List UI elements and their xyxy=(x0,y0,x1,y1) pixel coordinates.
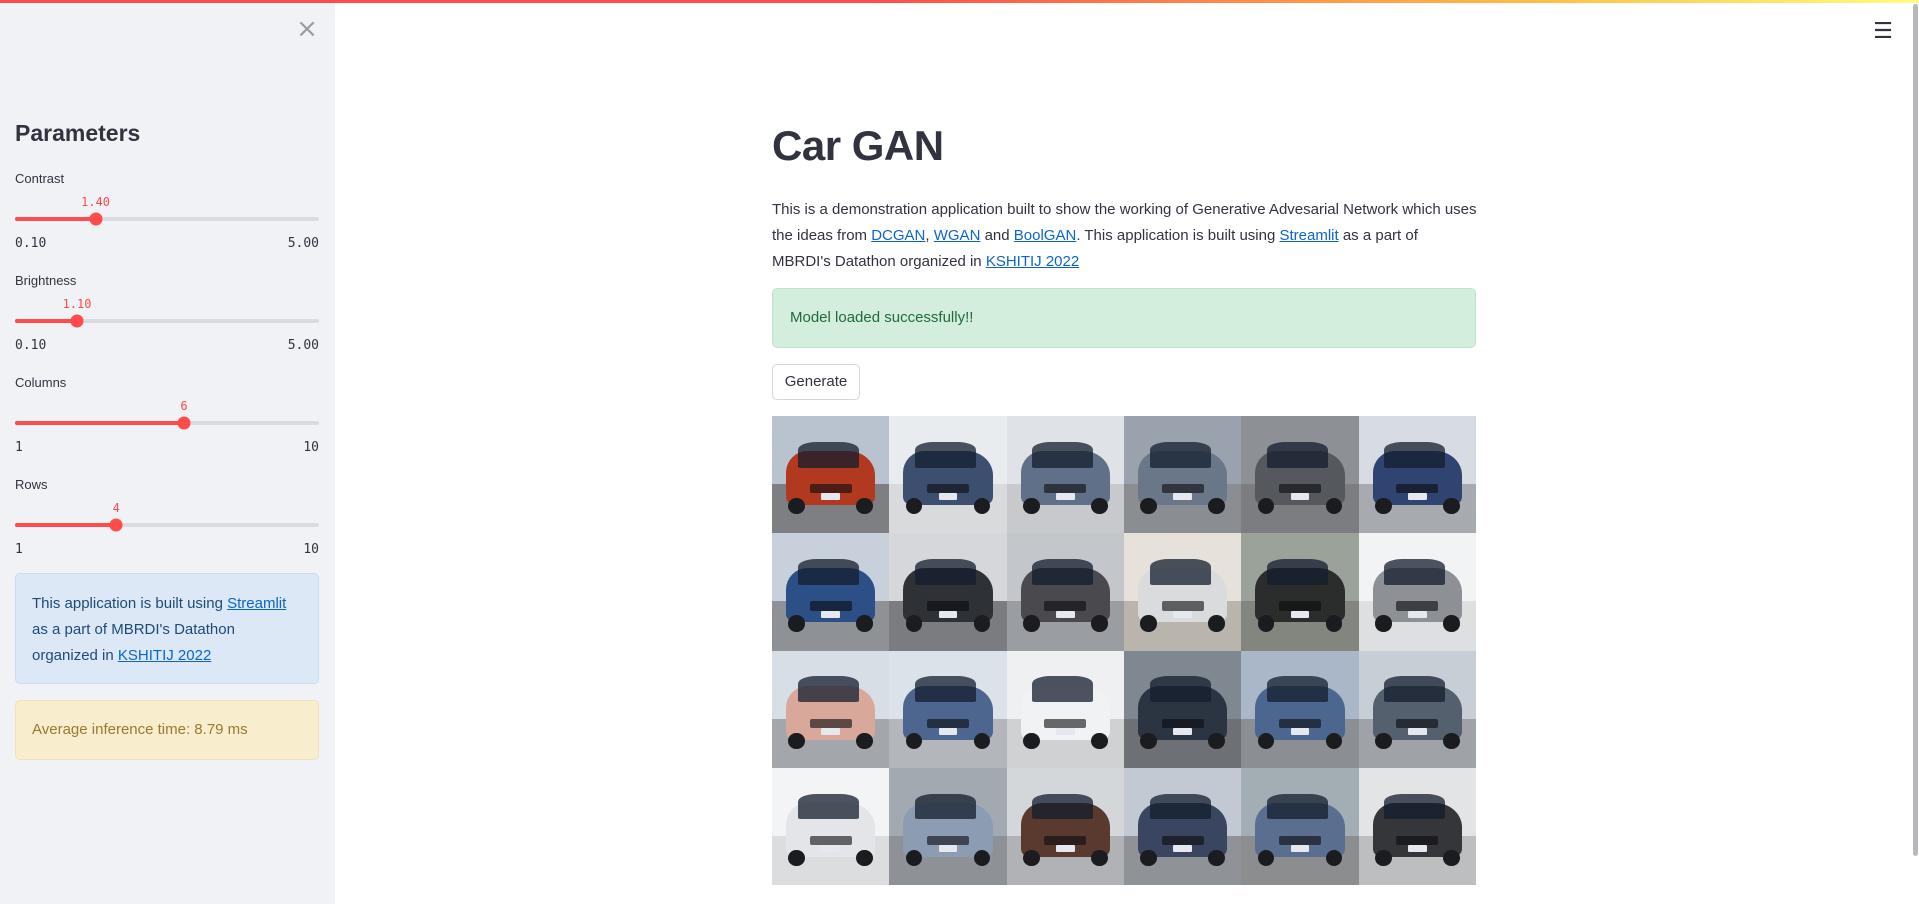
sidebar: × Parameters Contrast 1.40 0.10 5.00 Bri… xyxy=(0,0,335,904)
slider-value: 4 xyxy=(112,501,120,515)
slider-track[interactable] xyxy=(15,212,319,226)
description-text: , xyxy=(925,227,934,244)
generated-car-image xyxy=(1006,416,1124,534)
info-text: This application is built using xyxy=(32,595,228,612)
description: This is a demonstration application buil… xyxy=(772,197,1478,275)
generated-car-image xyxy=(1124,533,1242,651)
generate-button[interactable]: Generate xyxy=(772,364,860,400)
generated-car-image xyxy=(889,416,1007,534)
streamlit-link[interactable]: Streamlit xyxy=(227,595,286,612)
page-title: Car GAN xyxy=(772,122,944,169)
generated-image-grid xyxy=(772,416,1476,885)
slider-thumb[interactable] xyxy=(89,212,103,226)
slider-max: 5.00 xyxy=(287,338,319,353)
slider-track[interactable] xyxy=(15,314,319,328)
slider-track[interactable] xyxy=(15,416,319,430)
generated-car-image xyxy=(1358,533,1476,651)
dcgan-link[interactable]: DCGAN xyxy=(871,227,925,244)
slider-value: 1.40 xyxy=(81,195,110,209)
description-text: . This application is built using xyxy=(1076,227,1280,244)
slider-thumb[interactable] xyxy=(109,518,123,532)
slider-value: 1.10 xyxy=(62,297,92,311)
generated-car-image xyxy=(1358,650,1476,768)
generated-car-image xyxy=(1358,416,1476,534)
slider-label: Rows xyxy=(15,477,48,492)
generated-car-image xyxy=(889,767,1007,885)
boolgan-link[interactable]: BoolGAN xyxy=(1014,227,1077,244)
generated-car-image xyxy=(1358,767,1476,885)
success-alert: Model loaded successfully!! xyxy=(772,288,1476,348)
slider-min: 1 xyxy=(15,440,23,455)
generated-car-image xyxy=(1124,767,1242,885)
generated-car-image xyxy=(1124,416,1242,534)
slider-label: Contrast xyxy=(15,171,65,186)
columns-slider[interactable]: Columns 6 1 10 xyxy=(15,375,319,455)
generated-car-image xyxy=(772,416,890,534)
brightness-slider[interactable]: Brightness 1.10 0.10 5.00 xyxy=(15,273,319,353)
streamlit-link[interactable]: Streamlit xyxy=(1279,227,1338,244)
slider-min: 0.10 xyxy=(15,236,47,251)
slider-max: 10 xyxy=(303,542,319,557)
generated-car-image xyxy=(772,650,890,768)
hamburger-menu-icon[interactable]: ☰ xyxy=(1870,18,1896,44)
kshitij-link[interactable]: KSHITIJ 2022 xyxy=(118,647,211,664)
slider-max: 5.00 xyxy=(287,236,319,251)
close-icon[interactable]: × xyxy=(294,16,320,42)
sidebar-title: Parameters xyxy=(15,120,141,146)
rows-slider[interactable]: Rows 4 1 10 xyxy=(15,477,319,557)
wgan-link[interactable]: WGAN xyxy=(934,227,981,244)
description-text: and xyxy=(980,227,1014,244)
generated-car-image xyxy=(1241,533,1359,651)
generated-car-image xyxy=(1006,533,1124,651)
slider-min: 0.10 xyxy=(15,338,47,353)
generated-car-image xyxy=(1006,767,1124,885)
slider-label: Brightness xyxy=(15,273,77,288)
top-decoration-bar xyxy=(0,0,1919,3)
generated-car-image xyxy=(889,650,1007,768)
slider-thumb[interactable] xyxy=(177,416,191,430)
scrollbar[interactable] xyxy=(1913,4,1918,856)
generated-car-image xyxy=(1241,416,1359,534)
generated-car-image xyxy=(1006,650,1124,768)
generated-car-image xyxy=(1241,650,1359,768)
inference-time-alert: Average inference time: 8.79 ms xyxy=(15,700,319,760)
info-alert: This application is built using Streamli… xyxy=(15,573,319,684)
generated-car-image xyxy=(772,533,890,651)
generated-car-image xyxy=(889,533,1007,651)
slider-track[interactable] xyxy=(15,518,319,532)
slider-min: 1 xyxy=(15,542,23,557)
contrast-slider[interactable]: Contrast 1.40 0.10 5.00 xyxy=(15,171,319,251)
slider-thumb[interactable] xyxy=(70,314,84,328)
generated-car-image xyxy=(772,767,890,885)
slider-max: 10 xyxy=(303,440,319,455)
kshitij-link[interactable]: KSHITIJ 2022 xyxy=(986,253,1079,270)
generated-car-image xyxy=(1124,650,1242,768)
slider-value: 6 xyxy=(180,399,188,413)
generated-car-image xyxy=(1241,767,1359,885)
slider-label: Columns xyxy=(15,375,67,390)
